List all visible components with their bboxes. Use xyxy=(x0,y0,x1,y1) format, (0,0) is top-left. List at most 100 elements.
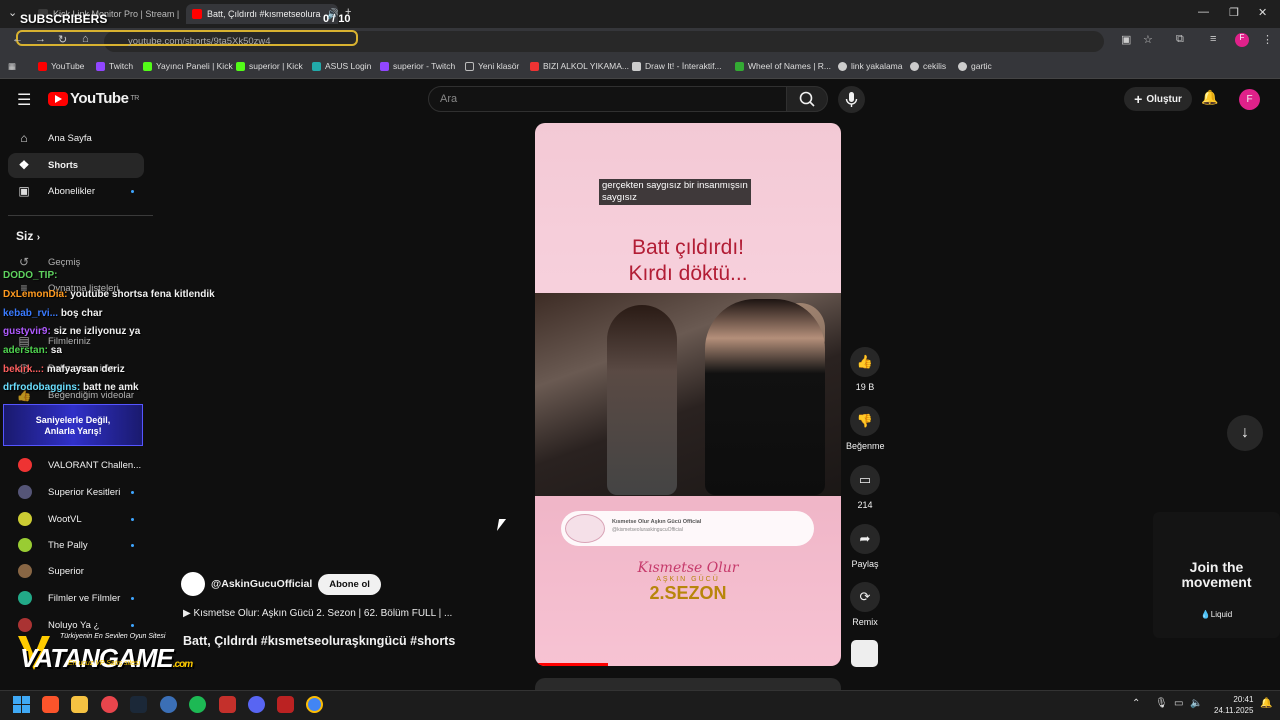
bookmark-youtube[interactable]: YouTube xyxy=(38,61,84,71)
playlist-link[interactable]: ▶ Kısmetse Olur: Aşkın Gücü 2. Sezon | 6… xyxy=(183,608,452,619)
sponsor-line1: Saniyelerle Değil, xyxy=(35,415,111,425)
chat-username: gustyvir9: xyxy=(3,326,51,337)
bookmark-folder[interactable]: Yeni klasör xyxy=(465,61,519,71)
sidebar-item-home[interactable]: ⌂ Ana Sayfa xyxy=(8,126,144,151)
remix-icon: ⟳ xyxy=(850,582,880,612)
bookmark-superior-twitch[interactable]: superior - Twitch xyxy=(380,61,455,71)
windows-start-icon[interactable] xyxy=(13,696,30,713)
asus-icon xyxy=(312,61,321,71)
kick-icon xyxy=(143,61,152,71)
search-button[interactable] xyxy=(786,86,828,112)
bookmark-star-icon[interactable]: ☆ xyxy=(1143,33,1153,46)
tray-overflow-icon[interactable]: ⌃ xyxy=(1132,698,1140,709)
sidebar-channel-wootvl[interactable]: WootVL xyxy=(8,507,144,532)
bookmark-twitch[interactable]: Twitch xyxy=(96,61,133,71)
steam-icon[interactable] xyxy=(130,696,147,713)
channel-name[interactable]: @AskinGucuOfficial xyxy=(211,578,312,590)
sidebar-item-subscriptions[interactable]: ▣ Abonelikler xyxy=(8,179,144,204)
person-figure xyxy=(607,305,677,495)
system-clock[interactable]: 20:41 24.11.2025 xyxy=(1214,694,1253,716)
sidebar-section-you[interactable]: Siz › xyxy=(16,229,40,243)
forward-icon[interactable]: → xyxy=(35,33,46,45)
home-browser-icon[interactable]: ⌂ xyxy=(82,33,89,45)
apps-grid-icon[interactable]: ▦ xyxy=(8,61,16,72)
next-short-button[interactable]: ↓ xyxy=(1227,415,1263,451)
dislike-button[interactable]: 👎 Beğenme xyxy=(846,406,885,451)
sidebar-item-shorts[interactable]: ❖ Shorts xyxy=(8,153,144,178)
notifications-bell-icon[interactable]: 🔔 xyxy=(1201,89,1218,106)
create-button[interactable]: + Oluştur xyxy=(1124,87,1192,111)
maps-icon[interactable] xyxy=(101,696,118,713)
channel-avatar xyxy=(18,591,32,605)
app-icon[interactable] xyxy=(219,696,236,713)
remix-button[interactable]: ⟳ Remix xyxy=(846,582,884,627)
youtube-play-icon xyxy=(48,91,68,106)
window-close-icon[interactable]: ✕ xyxy=(1258,6,1267,19)
volume-icon[interactable]: 🔈 xyxy=(1190,698,1202,709)
notification-center-icon[interactable]: 🔔 xyxy=(1260,698,1272,709)
sidebar-item-label: Abonelikler xyxy=(48,186,95,197)
next-short-preview[interactable] xyxy=(535,678,841,690)
bookmark-cekilis[interactable]: cekilis xyxy=(910,61,946,71)
maximize-icon[interactable]: ❐ xyxy=(1229,6,1239,19)
sidebar-channel-filmler[interactable]: Filmler ve Filmler xyxy=(8,586,144,611)
tab-youtube-short[interactable]: Batt, Çıldırdı #kısmetseolura 🔊 ✕ xyxy=(186,4,338,24)
channel-avatar[interactable] xyxy=(181,572,205,596)
app-icon[interactable] xyxy=(160,696,177,713)
subscriptions-icon: ▣ xyxy=(18,184,30,198)
brave-browser-icon[interactable] xyxy=(42,696,59,713)
url-text[interactable]: youtube.com/shorts/9ta5Xk50zw4 xyxy=(128,36,271,47)
globe-icon xyxy=(838,61,847,71)
chat-username: DODO_TIP: xyxy=(3,270,58,281)
bookmark-superior-kick[interactable]: superior | Kick xyxy=(236,61,303,71)
spotify-icon[interactable] xyxy=(189,696,206,713)
file-explorer-icon[interactable] xyxy=(71,696,88,713)
search-input[interactable]: Ara xyxy=(428,86,788,112)
bookmark-gartic[interactable]: gartic xyxy=(958,61,992,71)
browser-menu-icon[interactable]: ⋮ xyxy=(1262,33,1273,46)
cast-icon[interactable]: ▣ xyxy=(1121,33,1131,46)
minimize-icon[interactable]: — xyxy=(1198,6,1209,18)
bookmark-kick-panel[interactable]: Yayıncı Paneli | Kick xyxy=(143,61,233,71)
caption-line: gerçekten saygısız bir insanmışsın xyxy=(602,180,748,191)
account-avatar[interactable]: F xyxy=(1239,89,1260,110)
sidebar-channel-superior-kesitleri[interactable]: Superior Kesitleri xyxy=(8,480,144,505)
home-icon: ⌂ xyxy=(20,131,28,145)
chat-message: bekirk...: mafyaysan deriz xyxy=(3,364,125,375)
video-progress-bar[interactable] xyxy=(535,663,609,666)
bookmark-link-yakalama[interactable]: link yakalama xyxy=(838,61,903,71)
profile-avatar[interactable]: F xyxy=(1235,33,1249,47)
bookmark-alkol[interactable]: BIZI ALKOL YIKAMA... xyxy=(530,61,629,71)
sidebar-channel-superior[interactable]: Superior xyxy=(8,559,144,584)
banner-title: Kısmetse Olur Aşkın Gücü Official xyxy=(612,519,702,525)
short-video-player[interactable]: gerçekten saygısız bir insanmışsın saygıs… xyxy=(535,123,841,666)
share-button[interactable]: ➦ Paylaş xyxy=(846,524,884,569)
bookmark-asus-login[interactable]: ASUS Login xyxy=(312,61,371,71)
bookmark-wheel-of-names[interactable]: Wheel of Names | R... xyxy=(735,61,831,71)
youtube-logo[interactable]: YouTube TR xyxy=(48,90,139,107)
tab-search-icon[interactable]: ⌄ xyxy=(8,6,17,19)
bookmark-draw-it[interactable]: Draw It! - İnteraktif... xyxy=(632,61,722,71)
reading-list-icon[interactable]: ≡ xyxy=(1210,33,1216,45)
hamburger-menu-icon[interactable]: ☰ xyxy=(17,90,31,110)
chat-message: aderstan: sa xyxy=(3,345,62,356)
microphone-tray-icon[interactable]: 🎙 xyxy=(1155,698,1168,709)
bookmark-label: gartic xyxy=(971,61,992,71)
sidebar-channel-valorant[interactable]: VALORANT Challen... xyxy=(8,453,144,478)
comments-button[interactable]: ▭ 214 xyxy=(846,465,884,510)
sound-thumbnail[interactable] xyxy=(851,640,878,667)
extensions-icon[interactable]: ⧉ xyxy=(1176,33,1184,46)
network-icon[interactable]: ▭ xyxy=(1174,698,1183,709)
headline-line: Kırdı döktü... xyxy=(628,262,748,285)
app-icon[interactable] xyxy=(277,696,294,713)
reload-icon[interactable]: ↻ xyxy=(58,33,67,46)
chrome-icon[interactable] xyxy=(306,696,323,713)
back-icon[interactable]: ← xyxy=(12,33,23,45)
like-button[interactable]: 👍 19 B xyxy=(846,347,884,392)
voice-search-button[interactable] xyxy=(838,86,865,113)
sidebar-channel-the-pally[interactable]: The Pally xyxy=(8,533,144,558)
discord-icon[interactable] xyxy=(248,696,265,713)
subscribe-button[interactable]: Abone ol xyxy=(318,573,381,595)
video-headline: Batt çıldırdı! Kırdı döktü... xyxy=(535,235,841,287)
globe-icon xyxy=(910,61,919,71)
